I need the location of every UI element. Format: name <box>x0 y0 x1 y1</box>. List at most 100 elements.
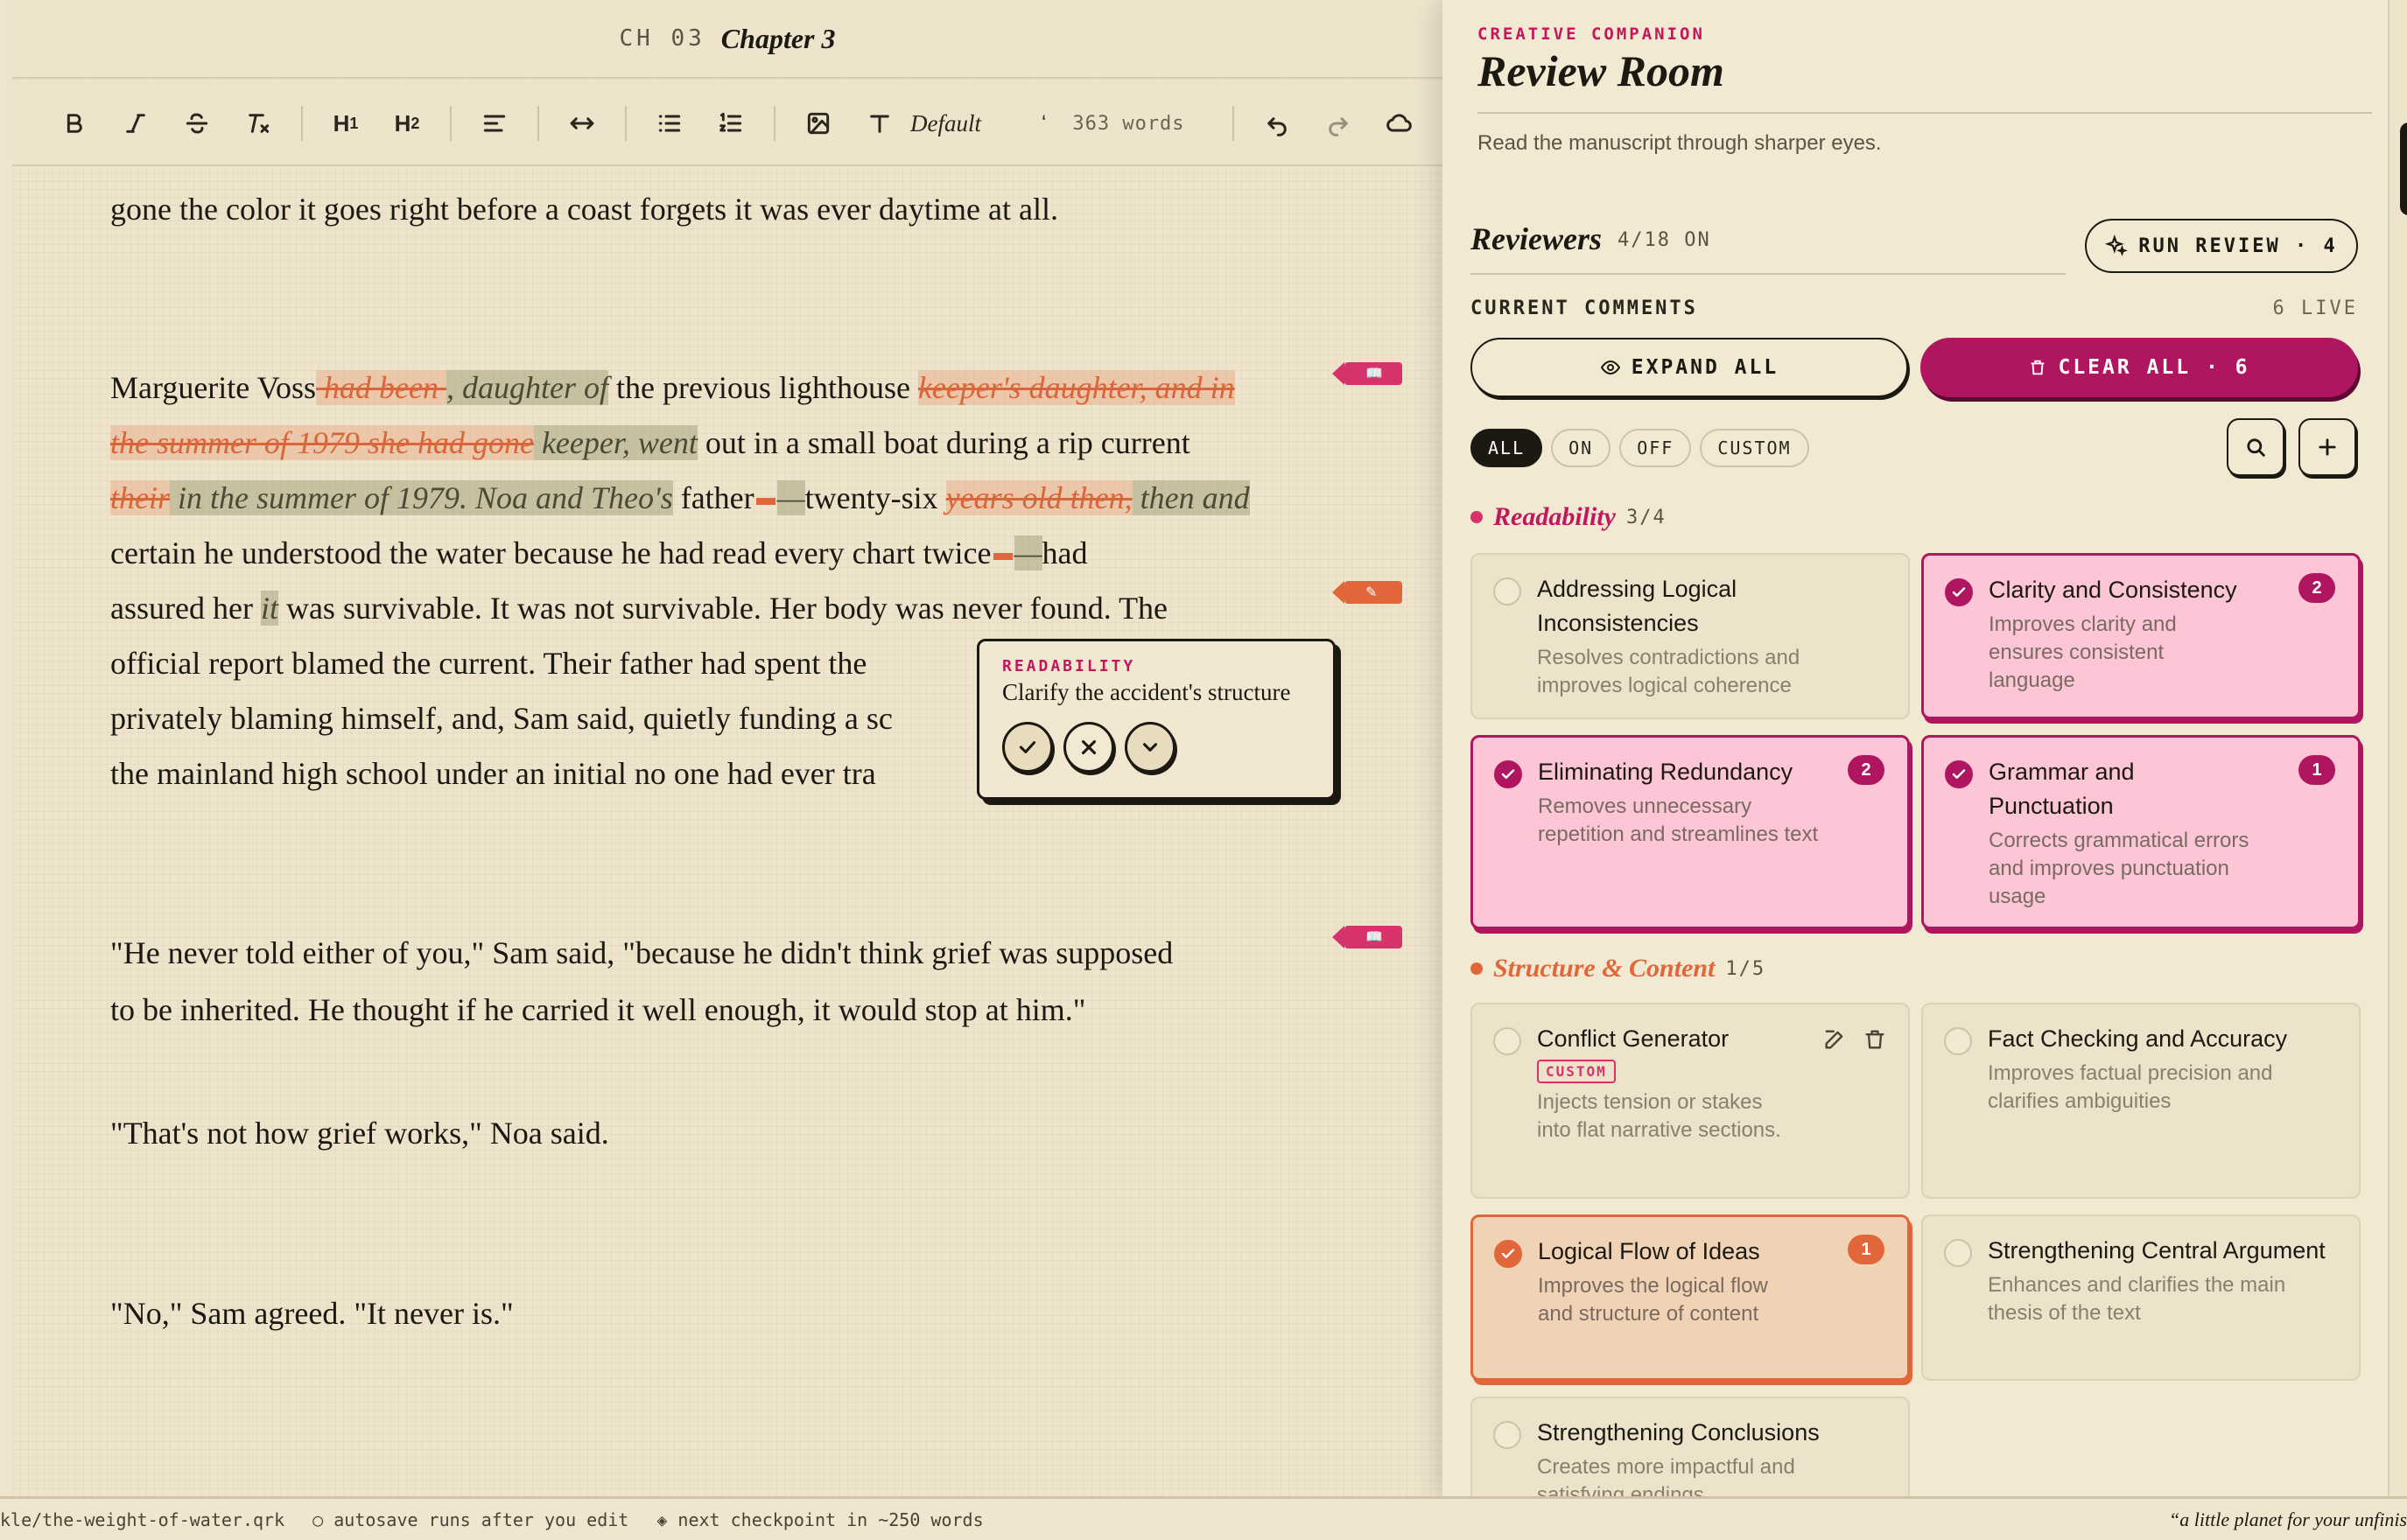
reviewer-card[interactable]: 2 Clarity and Consistency Improves clari… <box>1921 553 2361 719</box>
clear-all-button[interactable]: CLEAR ALL · 6 <box>1920 338 2358 397</box>
expand-all-button[interactable]: EXPAND ALL <box>1470 338 1908 397</box>
undo-button[interactable] <box>1246 93 1308 154</box>
text-run: Marguerite Voss <box>110 370 317 405</box>
heading2-button[interactable]: H2 <box>376 93 438 154</box>
reviewer-card[interactable]: Strengthening Conclusions Creates more i… <box>1470 1396 1910 1496</box>
reviewer-card[interactable]: 1 Logical Flow of Ideas Improves the log… <box>1470 1214 1910 1381</box>
text-run: out in a small boat during a rip current <box>697 425 1190 460</box>
toolbar-divider <box>774 106 775 141</box>
redo-button[interactable] <box>1308 93 1369 154</box>
font-select[interactable]: Default <box>910 110 1042 137</box>
status-bar: kle/the-weight-of-water.qrk ○ autosave r… <box>0 1496 2407 1540</box>
comment-count-badge: 1 <box>2298 755 2335 785</box>
suggested-deletion[interactable]: had been <box>316 370 446 405</box>
reviewer-card[interactable]: 1 Grammar and Punctuation Corrects gramm… <box>1921 735 2361 929</box>
checked-toggle[interactable] <box>1945 760 1973 788</box>
italic-button[interactable] <box>105 93 166 154</box>
redo-icon <box>1328 117 1348 136</box>
suggested-insertion[interactable]: — <box>776 480 805 515</box>
reviewer-card[interactable]: Strengthening Central Argument Enhances … <box>1921 1214 2361 1381</box>
text-line: "No," Sam agreed. "It never is." <box>110 1296 514 1331</box>
reviewer-desc: Injects tension or stakes into flat narr… <box>1537 1090 1781 1142</box>
toggle-circle[interactable] <box>1493 1421 1521 1449</box>
font-button[interactable] <box>849 93 910 154</box>
reviewer-desc: Creates more impactful and satisfying en… <box>1537 1455 1795 1496</box>
suggestion-popover: READABILITY Clarify the accident's struc… <box>977 639 1336 800</box>
toggle-circle[interactable] <box>1493 1027 1521 1055</box>
text-run: was survivable. It was not survivable. H… <box>277 591 1168 626</box>
cloud-sync-button[interactable] <box>1369 93 1430 154</box>
filter-on[interactable]: ON <box>1551 429 1611 467</box>
suggested-deletion[interactable]: the summer of 1979 she had gone <box>110 425 534 460</box>
filter-custom[interactable]: CUSTOM <box>1700 429 1809 467</box>
group-header-readability[interactable]: Readability 3/4 <box>1470 502 1667 532</box>
add-reviewer-button[interactable] <box>2298 418 2356 476</box>
bullet-list-button[interactable] <box>639 93 700 154</box>
reviewer-card[interactable]: 2 Eliminating Redundancy Removes unneces… <box>1470 735 1910 929</box>
reviewer-card[interactable]: Conflict Generator CUSTOM Injects tensio… <box>1470 1003 1910 1199</box>
reviewer-card[interactable]: Fact Checking and Accuracy Improves fact… <box>1921 1003 2361 1199</box>
clear-format-button[interactable] <box>228 93 289 154</box>
font-caret[interactable]: ‘ <box>1042 111 1046 136</box>
chapter-title[interactable]: Chapter 3 <box>721 23 836 55</box>
suggested-deletion-dash[interactable] <box>755 497 775 505</box>
suggested-deletion-dash[interactable] <box>993 552 1013 560</box>
checked-toggle[interactable] <box>1494 1240 1522 1268</box>
suggested-insertion[interactable]: keeper, went <box>533 425 698 460</box>
edit-icon[interactable] <box>1822 1027 1847 1052</box>
panel-eyebrow: CREATIVE COMPANION <box>1477 24 1705 44</box>
text-icon <box>870 115 889 133</box>
filter-all[interactable]: ALL <box>1470 429 1543 467</box>
cloud-icon <box>1386 114 1412 132</box>
custom-badge: CUSTOM <box>1537 1060 1616 1083</box>
manuscript-editor[interactable]: CH 03 Chapter 3 H1 H2 Default ‘ 363 word… <box>12 0 1442 1496</box>
group-name: Structure & Content <box>1493 954 1716 983</box>
suggested-deletion[interactable]: keeper's daughter, and in <box>917 370 1235 405</box>
toggle-circle[interactable] <box>1493 578 1521 606</box>
strikethrough-button[interactable] <box>166 93 228 154</box>
align-button[interactable] <box>464 93 525 154</box>
run-review-button[interactable]: RUN REVIEW · 4 <box>2085 219 2358 273</box>
toggle-circle[interactable] <box>1944 1027 1972 1055</box>
insert-image-button[interactable] <box>788 93 849 154</box>
suggested-insertion[interactable]: in the summer of 1979. Noa and Theo's <box>170 480 673 515</box>
text-line: to be inherited. He thought if he carrie… <box>110 992 1086 1027</box>
toolbar-divider <box>625 106 627 141</box>
suggested-deletion[interactable]: their <box>110 480 170 515</box>
popover-message: Clarify the accident's structure <box>1002 679 1291 705</box>
comment-marker-structure[interactable]: ✎ <box>1332 581 1402 604</box>
reject-suggestion-button[interactable] <box>1063 722 1114 773</box>
suggested-insertion[interactable]: — <box>1014 536 1042 570</box>
check-icon <box>1019 741 1036 753</box>
suggested-insertion[interactable]: it <box>260 591 278 626</box>
format-toolbar: H1 H2 Default ‘ 363 words <box>12 82 1442 166</box>
panel-scroll-rail[interactable] <box>2388 0 2407 1496</box>
panel-collapse-handle[interactable] <box>2400 122 2407 215</box>
search-reviewers-button[interactable] <box>2227 418 2284 476</box>
group-header-structure[interactable]: Structure & Content 1/5 <box>1470 954 1765 984</box>
reviewer-card[interactable]: Addressing Logical Inconsistencies Resol… <box>1470 553 1910 719</box>
search-icon <box>2247 438 2265 457</box>
suggested-insertion[interactable]: , daughter of <box>446 370 608 405</box>
comment-marker-readability[interactable]: 📖 <box>1332 926 1402 948</box>
suggested-deletion[interactable]: years old then, <box>945 480 1133 515</box>
numbered-list-button[interactable] <box>700 93 761 154</box>
comment-marker-readability[interactable]: 📖 <box>1332 362 1402 385</box>
checked-toggle[interactable] <box>1494 760 1522 788</box>
checked-toggle[interactable] <box>1945 578 1973 606</box>
trash-icon[interactable] <box>1863 1027 1887 1052</box>
toggle-circle[interactable] <box>1944 1239 1972 1267</box>
eye-icon <box>1600 360 1620 375</box>
accept-suggestion-button[interactable] <box>1002 722 1053 773</box>
expand-suggestion-button[interactable] <box>1125 722 1175 773</box>
tagline: “a little planet for your unfinis <box>2169 1508 2407 1530</box>
reviewer-title: Clarity and Consistency <box>1989 577 2237 603</box>
width-button[interactable] <box>551 93 613 154</box>
group-dot <box>1470 511 1483 523</box>
suggested-insertion[interactable]: then and <box>1132 480 1250 515</box>
group-dot <box>1470 962 1483 975</box>
bold-button[interactable] <box>44 93 105 154</box>
heading1-button[interactable]: H1 <box>315 93 376 154</box>
clear-format-icon <box>249 114 270 133</box>
filter-off[interactable]: OFF <box>1619 429 1692 467</box>
